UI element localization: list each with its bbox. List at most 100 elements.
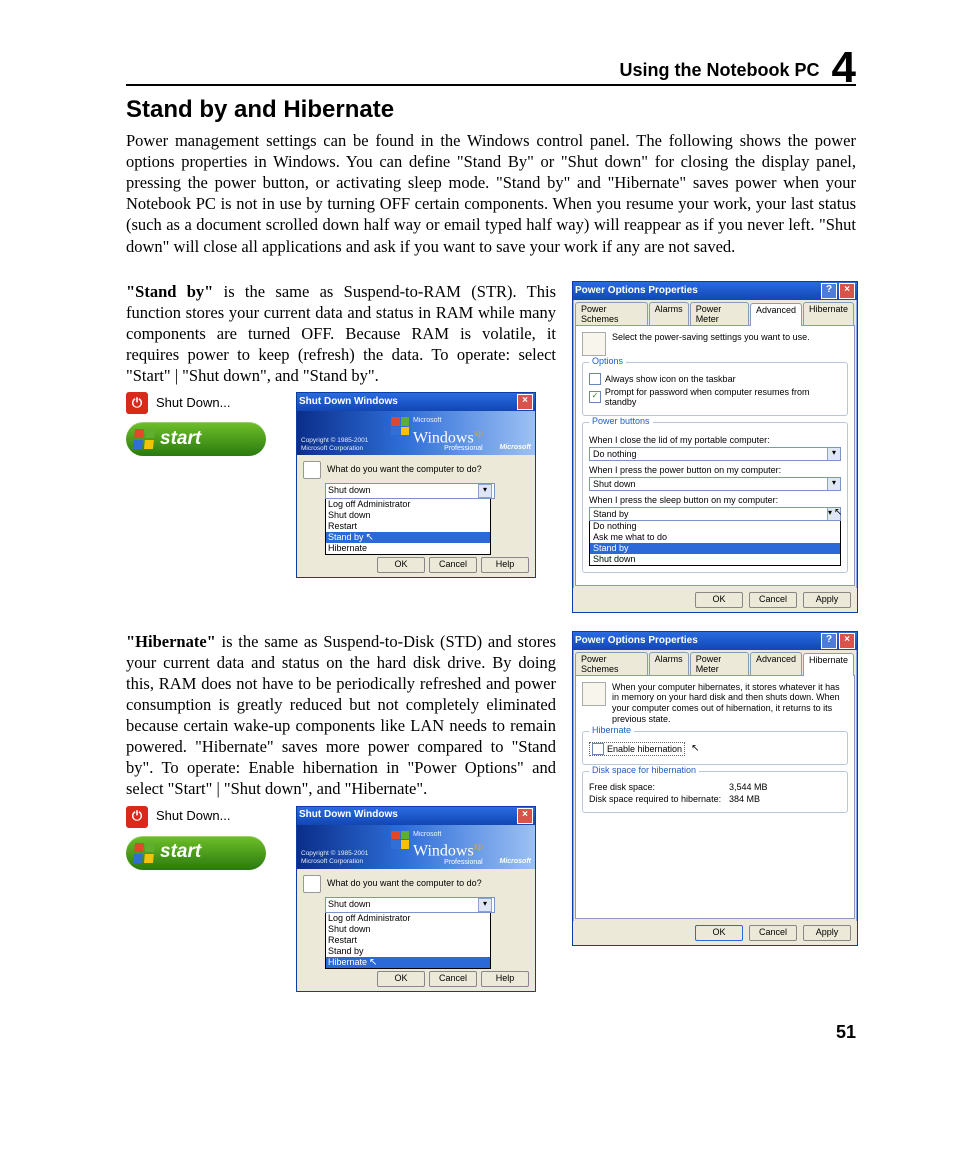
ok-button[interactable]: OK	[377, 971, 425, 987]
windows-flag-icon	[133, 843, 155, 863]
shutdown-dialog-standby: Shut Down Windows × Copyright © 1985-200…	[296, 392, 536, 578]
dialog-title: Power Options Properties	[575, 635, 698, 646]
close-icon[interactable]: ×	[839, 633, 855, 649]
ok-button[interactable]: OK	[695, 592, 743, 608]
taskbar-icon-checkbox[interactable]: Always show icon on the taskbar	[589, 373, 841, 385]
windows-flag-icon	[391, 831, 409, 849]
start-label: start	[160, 840, 201, 864]
key-icon	[303, 461, 321, 479]
dialog-title: Shut Down Windows	[299, 396, 398, 409]
help-button[interactable]: Help	[481, 557, 529, 573]
tab-power-schemes[interactable]: Power Schemes	[575, 302, 648, 325]
chevron-down-icon: ▾	[827, 478, 840, 490]
ok-button[interactable]: OK	[377, 557, 425, 573]
cancel-button[interactable]: Cancel	[749, 925, 797, 941]
hibernate-text: "Hibernate" is the same as Suspend-to-Di…	[126, 631, 556, 992]
chevron-down-icon: ▾↖	[827, 508, 840, 520]
dialog-title: Power Options Properties	[575, 285, 698, 296]
hibernate-body: is the same as Suspend-to-Disk (STD) and…	[126, 632, 556, 799]
tab-alarms[interactable]: Alarms	[649, 302, 689, 325]
page-header: Using the Notebook PC 4	[126, 40, 856, 86]
cursor-icon: ↖	[834, 507, 842, 518]
start-label: start	[160, 427, 201, 451]
cancel-button[interactable]: Cancel	[749, 592, 797, 608]
action-combobox[interactable]: Shut down▾	[325, 897, 495, 913]
shutdown-label: Shut Down...	[156, 808, 230, 825]
banner-copyright: Copyright © 1985-2001 Microsoft Corporat…	[301, 437, 368, 454]
help-icon[interactable]: ?	[821, 283, 837, 299]
close-icon[interactable]: ×	[517, 394, 533, 410]
action-options[interactable]: Log off Administrator Shut down Restart …	[325, 499, 491, 555]
tab-power-meter[interactable]: Power Meter	[690, 652, 749, 675]
tab-desc: When your computer hibernates, it stores…	[612, 682, 848, 725]
hibernate-bold: "Hibernate"	[126, 632, 216, 651]
chevron-down-icon: ▾	[478, 898, 492, 912]
shutdown-dialog-hibernate: Shut Down Windows × Copyright © 1985-200…	[296, 806, 536, 992]
tab-advanced[interactable]: Advanced	[750, 303, 802, 326]
group-power-buttons: Power buttons When I close the lid of my…	[582, 422, 848, 573]
tabs: Power Schemes Alarms Power Meter Advance…	[575, 302, 855, 325]
shutdown-menu-item[interactable]: ⏻ Shut Down...	[126, 806, 286, 828]
power-options-advanced-dialog: Power Options Properties ?× Power Scheme…	[572, 281, 858, 613]
close-icon[interactable]: ×	[839, 283, 855, 299]
tabs: Power Schemes Alarms Power Meter Advance…	[575, 652, 855, 675]
xp-banner: Copyright © 1985-2001 Microsoft Corporat…	[297, 411, 535, 455]
start-button[interactable]: start	[126, 422, 266, 456]
windows-flag-icon	[133, 429, 155, 449]
lid-action-select[interactable]: Do nothing▾	[589, 447, 841, 461]
group-options: Options Always show icon on the taskbar …	[582, 362, 848, 416]
standby-text: "Stand by" is the same as Suspend-to-RAM…	[126, 281, 556, 579]
password-checkbox[interactable]: ✓Prompt for password when computer resum…	[589, 387, 841, 407]
ok-button[interactable]: OK	[695, 925, 743, 941]
tab-hibernate[interactable]: Hibernate	[803, 302, 854, 325]
help-button[interactable]: Help	[481, 971, 529, 987]
drive-icon	[582, 682, 606, 706]
chevron-down-icon: ▾	[478, 484, 492, 498]
windows-flag-icon	[391, 417, 409, 435]
hibernate-row: "Hibernate" is the same as Suspend-to-Di…	[126, 631, 856, 992]
start-button[interactable]: start	[126, 836, 266, 870]
page-number: 51	[126, 1022, 856, 1043]
tab-advanced[interactable]: Advanced	[750, 652, 802, 675]
xp-banner: Copyright © 1985-2001 Microsoft Corporat…	[297, 825, 535, 869]
power-button-select[interactable]: Shut down▾	[589, 477, 841, 491]
standby-row: "Stand by" is the same as Suspend-to-RAM…	[126, 281, 856, 613]
section-title: Using the Notebook PC	[620, 60, 820, 81]
tab-hibernate[interactable]: Hibernate	[803, 653, 854, 676]
group-hibernate: Hibernate Enable hibernation↖	[582, 731, 848, 765]
standby-bold: "Stand by"	[126, 282, 213, 301]
key-icon	[303, 875, 321, 893]
close-icon[interactable]: ×	[517, 808, 533, 824]
tab-alarms[interactable]: Alarms	[649, 652, 689, 675]
help-icon[interactable]: ?	[821, 633, 837, 649]
cursor-icon: ↖	[366, 532, 374, 543]
sleep-options[interactable]: Do nothing Ask me what to do Stand by Sh…	[589, 521, 841, 566]
cursor-icon: ↖	[691, 746, 699, 752]
dialog-title: Shut Down Windows	[299, 809, 398, 822]
tab-power-schemes[interactable]: Power Schemes	[575, 652, 648, 675]
enable-hibernation-checkbox[interactable]: Enable hibernation↖	[589, 742, 841, 756]
dialog-question: What do you want the computer to do?	[327, 464, 482, 476]
chapter-number: 4	[832, 46, 856, 90]
intro-paragraph: Power management settings can be found i…	[126, 130, 856, 257]
chevron-down-icon: ▾	[827, 448, 840, 460]
action-options[interactable]: Log off Administrator Shut down Restart …	[325, 913, 491, 969]
cursor-icon: ↖	[369, 957, 377, 968]
battery-icon	[582, 332, 606, 356]
shutdown-menu-item[interactable]: ⏻ Shut Down...	[126, 392, 286, 414]
tab-power-meter[interactable]: Power Meter	[690, 302, 749, 325]
action-combobox[interactable]: Shut down▾	[325, 483, 495, 499]
shutdown-label: Shut Down...	[156, 395, 230, 412]
power-options-hibernate-dialog: Power Options Properties ?× Power Scheme…	[572, 631, 858, 946]
page-title: Stand by and Hibernate	[126, 96, 856, 124]
power-icon: ⏻	[126, 392, 148, 414]
banner-msft: Microsoft	[500, 444, 532, 453]
cancel-button[interactable]: Cancel	[429, 971, 477, 987]
power-icon: ⏻	[126, 806, 148, 828]
apply-button[interactable]: Apply	[803, 592, 851, 608]
group-disk: Disk space for hibernation Free disk spa…	[582, 771, 848, 813]
cancel-button[interactable]: Cancel	[429, 557, 477, 573]
tab-desc: Select the power-saving settings you wan…	[612, 332, 810, 343]
apply-button[interactable]: Apply	[803, 925, 851, 941]
sleep-button-select[interactable]: Stand by▾↖	[589, 507, 841, 521]
